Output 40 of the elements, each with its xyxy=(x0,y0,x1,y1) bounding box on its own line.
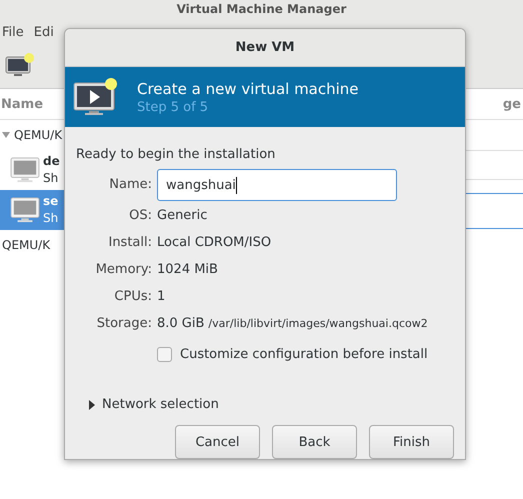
monitor-icon xyxy=(10,157,40,183)
dialog-title: New VM xyxy=(235,40,295,55)
checkbox-label[interactable]: Customize configuration before install xyxy=(180,346,428,362)
field-value: 1 xyxy=(157,288,166,306)
expander-icon[interactable] xyxy=(88,400,96,410)
field-label: OS: xyxy=(128,207,152,225)
field-label: Storage: xyxy=(96,315,152,333)
monitor-icon xyxy=(10,197,40,223)
step-label: Step 5 of 5 xyxy=(137,100,210,114)
checkbox[interactable] xyxy=(157,346,172,362)
menu-item[interactable]: Edi xyxy=(34,24,54,40)
name-field[interactable]: wangshuai xyxy=(157,169,397,201)
field-value: Local CDROM/ISO xyxy=(157,234,272,252)
column-header[interactable]: ge xyxy=(502,96,523,112)
window-title: Virtual Machine Manager xyxy=(176,2,346,16)
field-value: 8.0 GiB xyxy=(157,315,204,333)
field-label: Name: xyxy=(108,176,152,194)
connection-label[interactable]: QEMU/K xyxy=(2,238,50,252)
monitor-play-icon xyxy=(73,77,119,117)
vm-name: de xyxy=(43,153,60,170)
vm-status: Sh xyxy=(43,170,60,187)
menu-item[interactable]: File xyxy=(2,24,24,40)
column-header[interactable]: Name xyxy=(0,96,44,112)
field-value: 1024 MiB xyxy=(157,261,218,279)
section-heading: Ready to begin the installation xyxy=(76,147,276,162)
dialog-button[interactable]: Finish xyxy=(369,425,454,459)
connection-label[interactable]: QEMU/K xyxy=(14,128,62,142)
vm-status: Sh xyxy=(43,210,58,227)
banner-title: Create a new virtual machine xyxy=(137,80,359,98)
new-vm-icon[interactable] xyxy=(5,53,35,79)
field-label: Memory: xyxy=(94,261,152,279)
field-label: Install: xyxy=(107,234,152,252)
field-value: Generic xyxy=(157,207,208,225)
storage-path: /var/lib/libvirt/images/wangshuai.qcow2 xyxy=(208,316,428,332)
vm-name: se xyxy=(43,193,58,210)
dialog-button[interactable]: Back xyxy=(272,425,357,459)
dialog-button[interactable]: Cancel xyxy=(175,425,260,459)
field-label: CPUs: xyxy=(113,288,152,306)
expander-label[interactable]: Network selection xyxy=(102,397,219,412)
vm-row[interactable]: de Sh xyxy=(0,150,64,190)
